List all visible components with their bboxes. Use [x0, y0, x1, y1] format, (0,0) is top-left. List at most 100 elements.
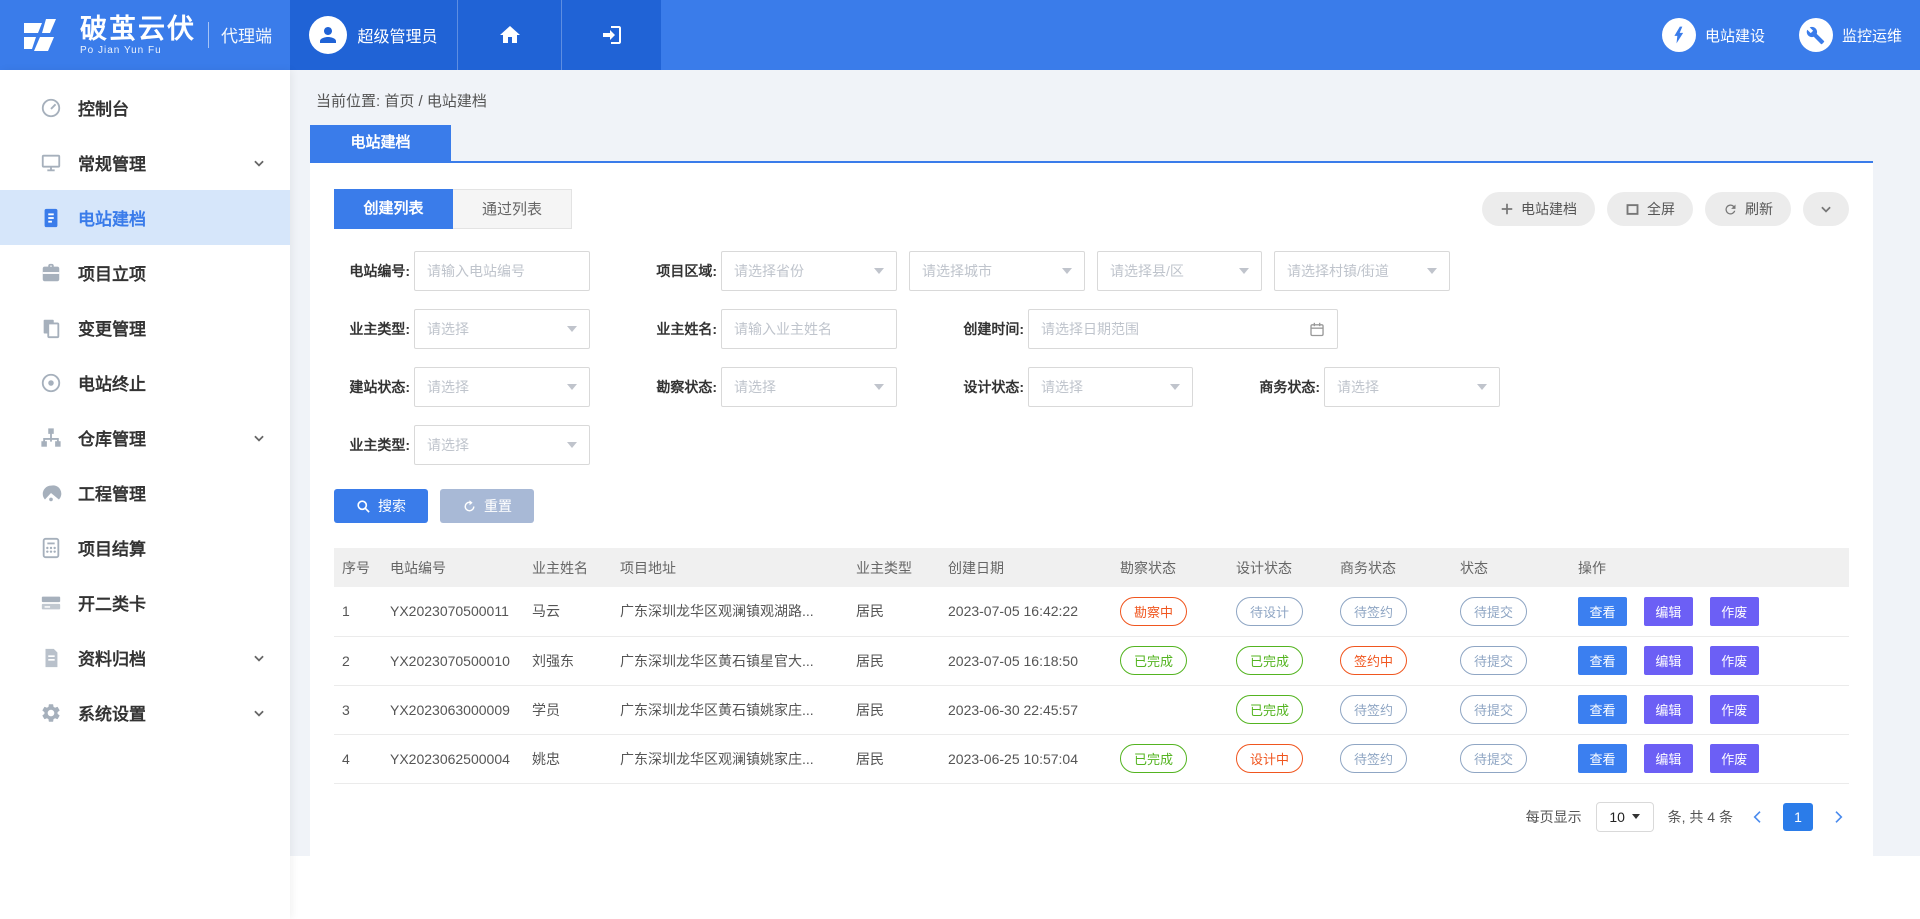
- toolbar-more-button[interactable]: [1803, 192, 1849, 226]
- owner-type-label: 业主类型:: [334, 319, 410, 339]
- breadcrumb: 当前位置: 首页 / 电站建档: [310, 70, 1873, 111]
- page-tab-station-filing[interactable]: 电站建档: [310, 125, 451, 161]
- filter-form: 电站编号: 项目区域: 请选择省份 请选择城市 请选择县/区 请选择村镇/街道 …: [334, 251, 1849, 523]
- chevron-right-icon: [1830, 809, 1846, 825]
- logo-icon: [22, 17, 68, 53]
- status-badge: 已完成: [1236, 646, 1303, 675]
- view-button[interactable]: 查看: [1578, 695, 1627, 724]
- per-page-select[interactable]: 10: [1596, 802, 1654, 832]
- status-badge: 待提交: [1460, 695, 1527, 724]
- tab-passed-list[interactable]: 通过列表: [453, 189, 572, 229]
- sidebar-item-general-management[interactable]: 常规管理: [0, 135, 290, 190]
- sidebar-item-console[interactable]: 控制台: [0, 80, 290, 135]
- breadcrumb-prefix: 当前位置:: [316, 93, 380, 110]
- owner-type2-select[interactable]: 请选择: [414, 425, 590, 465]
- nav-monitor-ops-label: 监控运维: [1842, 25, 1902, 46]
- sidebar-item-project-initiation[interactable]: 项目立项: [0, 245, 290, 300]
- status-badge: 待签约: [1340, 744, 1407, 773]
- station-code-label: 电站编号:: [334, 261, 410, 281]
- design-status-select[interactable]: 请选择: [1028, 367, 1193, 407]
- nav-monitor-ops[interactable]: 监控运维: [1799, 18, 1902, 52]
- nav-station-build[interactable]: 电站建设: [1662, 18, 1765, 52]
- content-card: 创建列表 通过列表 电站建档 全屏 刷新: [310, 163, 1873, 856]
- status-badge: 设计中: [1236, 744, 1303, 773]
- province-select[interactable]: 请选择省份: [721, 251, 897, 291]
- brand: 破茧云伏 Po Jian Yun Fu 代理端: [0, 0, 290, 70]
- table-row: 4 YX2023062500004 姚忠 广东深圳龙华区观澜镇姚家庄... 居民…: [334, 734, 1849, 783]
- logout-button[interactable]: [561, 0, 661, 70]
- edit-button[interactable]: 编辑: [1644, 646, 1693, 675]
- reset-button[interactable]: 重置: [440, 489, 534, 523]
- sidebar-item-class2-card[interactable]: 开二类卡: [0, 575, 290, 630]
- status-badge: 待提交: [1460, 646, 1527, 675]
- select-caret-icon: [1170, 384, 1180, 390]
- archive-icon: [40, 647, 62, 669]
- county-select[interactable]: 请选择县/区: [1097, 251, 1262, 291]
- toolbar: 电站建档 全屏 刷新: [1482, 192, 1849, 226]
- document-icon: [40, 207, 62, 229]
- void-button[interactable]: 作废: [1710, 744, 1759, 773]
- home-icon: [498, 23, 522, 47]
- sidebar-item-change-management[interactable]: 变更管理: [0, 300, 290, 355]
- view-button[interactable]: 查看: [1578, 744, 1627, 773]
- chevron-left-icon: [1750, 809, 1766, 825]
- owner-type-select[interactable]: 请选择: [414, 309, 590, 349]
- sidebar-item-data-archive[interactable]: 资料归档: [0, 630, 290, 685]
- design-status-label: 设计状态:: [948, 377, 1024, 397]
- user-menu[interactable]: 超级管理员: [290, 0, 457, 70]
- search-icon: [356, 499, 371, 514]
- user-icon: [316, 23, 340, 47]
- edit-button[interactable]: 编辑: [1644, 695, 1693, 724]
- sitemap-icon: [40, 427, 62, 449]
- create-station-button[interactable]: 电站建档: [1482, 192, 1595, 226]
- gear-icon: [40, 702, 62, 724]
- sidebar-item-system-settings[interactable]: 系统设置: [0, 685, 290, 740]
- void-button[interactable]: 作废: [1710, 597, 1759, 626]
- home-button[interactable]: [457, 0, 561, 70]
- city-select[interactable]: 请选择城市: [909, 251, 1085, 291]
- void-button[interactable]: 作废: [1710, 695, 1759, 724]
- fullscreen-button[interactable]: 全屏: [1607, 192, 1693, 226]
- status-badge: 已完成: [1236, 695, 1303, 724]
- sidebar-item-station-termination[interactable]: 电站终止: [0, 355, 290, 410]
- void-button[interactable]: 作废: [1710, 646, 1759, 675]
- username: 超级管理员: [357, 23, 437, 47]
- survey-status-label: 勘察状态:: [641, 377, 717, 397]
- sidebar-item-engineering-management[interactable]: 工程管理: [0, 465, 290, 520]
- status-badge: 待签约: [1340, 597, 1407, 626]
- table-row: 2 YX2023070500010 刘强东 广东深圳龙华区黄石镇星官大... 居…: [334, 636, 1849, 685]
- business-status-select[interactable]: 请选择: [1324, 367, 1500, 407]
- copy-icon: [40, 317, 62, 339]
- select-caret-icon: [1427, 268, 1437, 274]
- build-status-label: 建站状态:: [334, 377, 410, 397]
- survey-status-select[interactable]: 请选择: [721, 367, 897, 407]
- main-content: 当前位置: 首页 / 电站建档 电站建档 创建列表 通过列表 电站建档: [290, 70, 1920, 919]
- edit-button[interactable]: 编辑: [1644, 744, 1693, 773]
- town-select[interactable]: 请选择村镇/街道: [1274, 251, 1450, 291]
- select-caret-icon: [567, 326, 577, 332]
- refresh-button[interactable]: 刷新: [1705, 192, 1791, 226]
- total-count-label: 条, 共 4 条: [1668, 807, 1733, 827]
- next-page-button[interactable]: [1827, 806, 1849, 828]
- view-button[interactable]: 查看: [1578, 646, 1627, 675]
- edit-button[interactable]: 编辑: [1644, 597, 1693, 626]
- tab-create-list[interactable]: 创建列表: [334, 189, 453, 229]
- date-range-picker[interactable]: [1028, 309, 1338, 349]
- page-number-button[interactable]: 1: [1783, 803, 1813, 831]
- station-code-input[interactable]: [427, 263, 577, 279]
- owner-name-input[interactable]: [734, 321, 884, 337]
- date-range-input[interactable]: [1041, 321, 1309, 337]
- refresh-icon: [1723, 202, 1738, 217]
- sidebar-item-project-settlement[interactable]: 项目结算: [0, 520, 290, 575]
- build-status-select[interactable]: 请选择: [414, 367, 590, 407]
- create-time-label: 创建时间:: [948, 319, 1024, 339]
- breadcrumb-current: 电站建档: [427, 93, 487, 110]
- sidebar: 控制台 常规管理 电站建档 项目立项 变更管理: [0, 70, 290, 919]
- status-badge: 已完成: [1120, 646, 1187, 675]
- sidebar-item-warehouse-management[interactable]: 仓库管理: [0, 410, 290, 465]
- search-button[interactable]: 搜索: [334, 489, 428, 523]
- sidebar-item-station-filing[interactable]: 电站建档: [0, 190, 290, 245]
- breadcrumb-home-link[interactable]: 首页: [384, 93, 414, 110]
- view-button[interactable]: 查看: [1578, 597, 1627, 626]
- prev-page-button[interactable]: [1747, 806, 1769, 828]
